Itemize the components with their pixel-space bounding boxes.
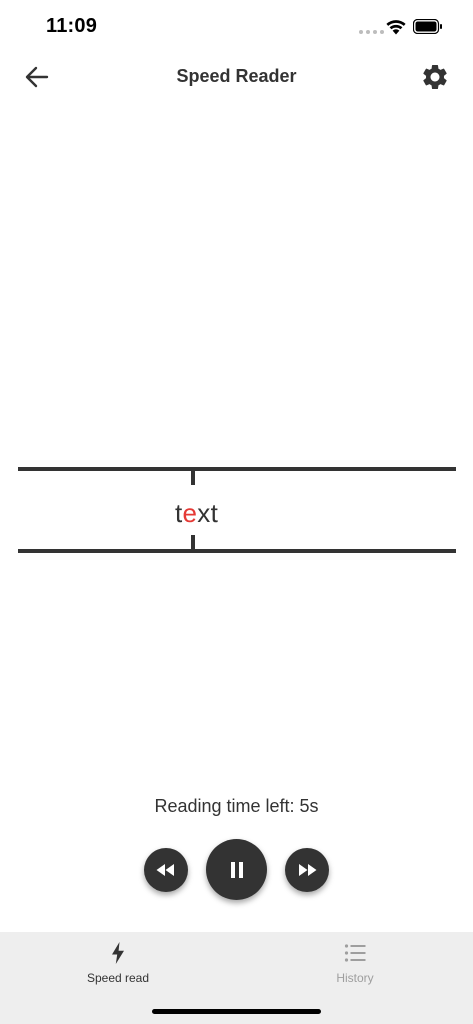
tab-history[interactable]: History [237,932,473,992]
focus-tick-bottom [191,535,195,549]
gear-icon [423,65,447,89]
focus-tick-top [191,471,195,485]
reading-time-label: Reading time left: 5s [154,796,319,816]
lightning-bolt-icon [112,942,124,964]
fast-forward-button[interactable] [285,848,329,892]
app-header: Speed Reader [0,54,473,100]
rewind-button[interactable] [144,848,188,892]
tab-speed-read[interactable]: Speed read [0,932,236,992]
word-after: xt [197,498,219,528]
signal-dots-icon [359,30,384,34]
reader-word: text [175,498,218,529]
rewind-icon [156,864,174,876]
wifi-icon [386,20,406,35]
word-focus-letter: e [182,498,198,528]
status-time: 11:09 [46,15,98,37]
list-icon [344,944,366,962]
reader-bottom-line [18,549,456,553]
fast-forward-icon [299,864,317,876]
pause-icon [230,861,243,878]
pause-button[interactable] [206,839,267,900]
page-title: Speed Reader [176,66,297,86]
reader-frame: text [18,467,456,555]
reader-top-line [18,467,456,471]
word-before: t [175,498,183,528]
tab-speed-read-label: Speed read [86,971,150,985]
settings-button[interactable] [420,62,450,92]
tab-history-label: History [336,971,374,985]
status-bar: 11:09 [0,0,473,54]
battery-icon [413,19,442,34]
home-indicator [152,1009,321,1014]
